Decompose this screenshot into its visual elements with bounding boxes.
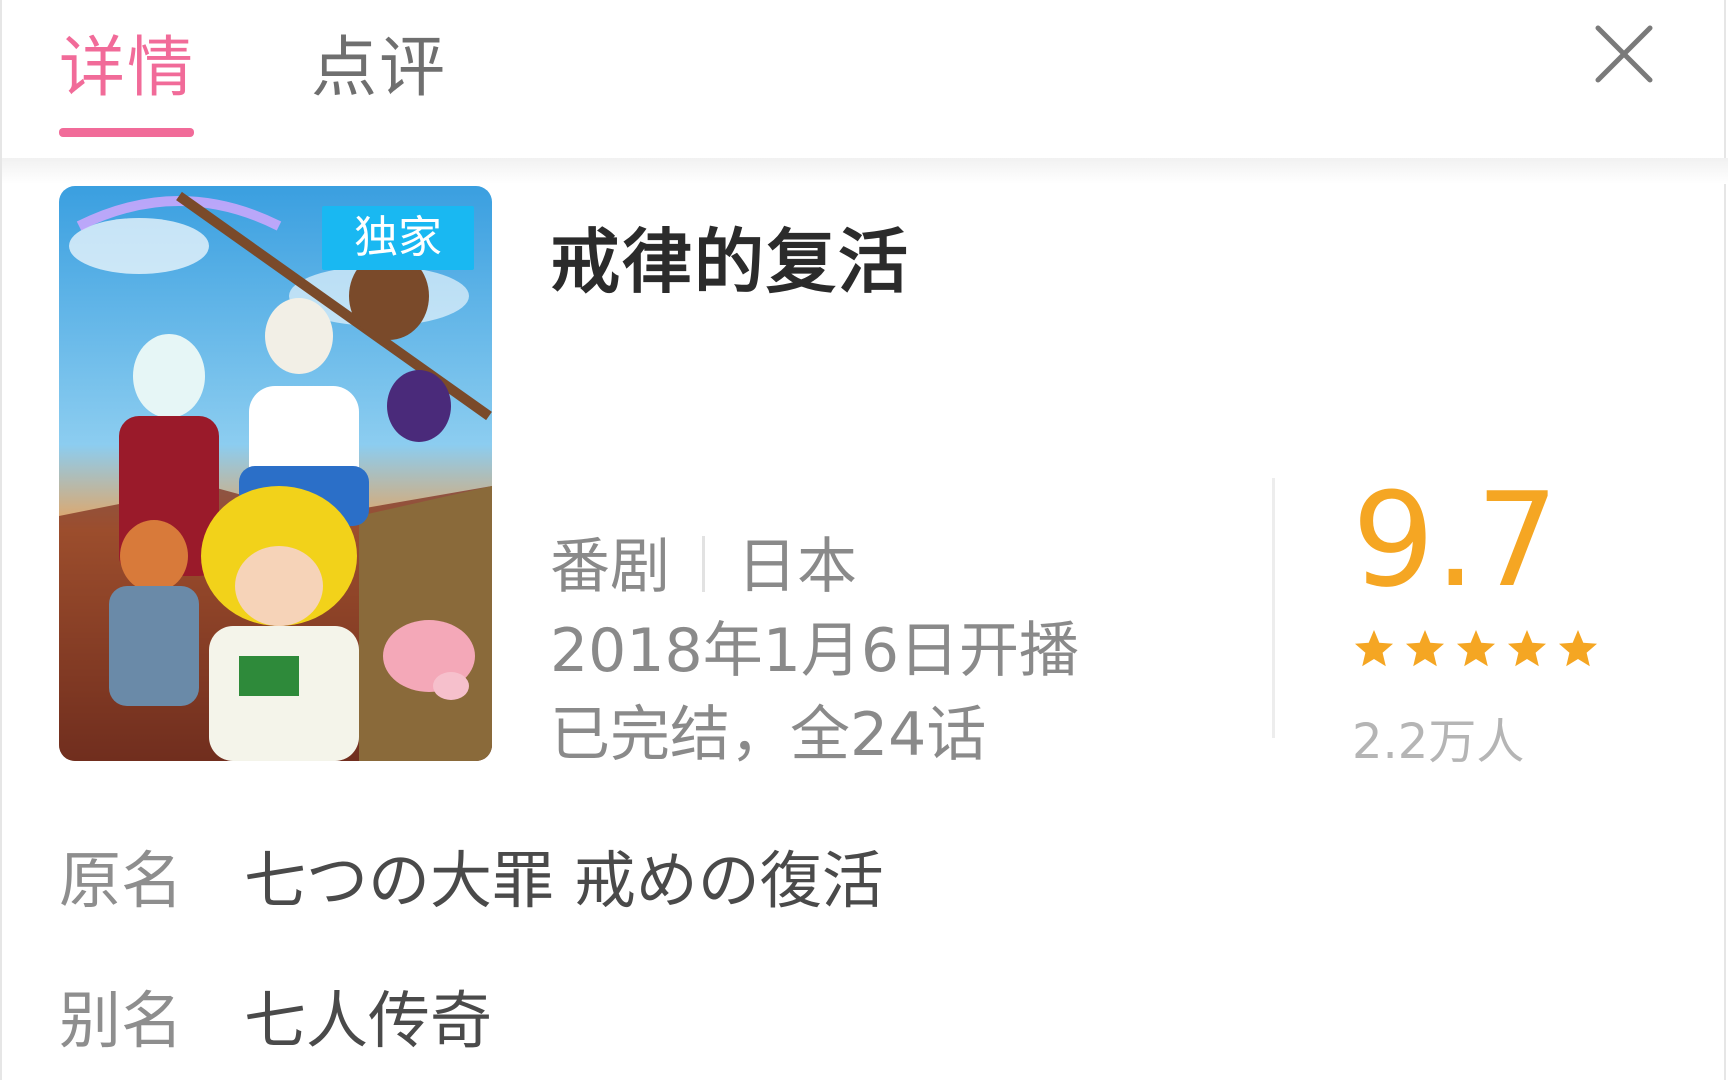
star-icon [1457,630,1495,667]
star-icon [1406,630,1444,667]
detail-panel: 详情 点评 独家 戒律的复活 番剧 日本 2018年1月6日开播 已完结，全24… [0,0,1728,1080]
active-tab-indicator [59,128,194,137]
tab-bar: 详情 点评 [2,0,1728,160]
original-name-value: 七つの大罪 戒めの復活 [244,844,884,917]
exclusive-badge: 独家 [322,206,474,270]
star-rating [1352,628,1602,672]
cover-image[interactable]: 独家 [59,186,492,761]
close-button[interactable] [1592,22,1656,86]
star-icon [1508,630,1546,667]
score-divider [1272,478,1275,738]
star-icon [1355,630,1393,667]
anime-title: 戒律的复活 [550,221,910,303]
tab-review[interactable]: 点评 [311,28,447,108]
star-icon [1559,630,1597,667]
alias-label: 别名 [59,984,184,1057]
anime-type: 番剧 [550,532,670,602]
episode-status: 已完结，全24话 [550,700,987,770]
rater-count: 2.2万人 [1352,714,1525,770]
meta-separator [702,536,705,593]
anime-region: 日本 [737,532,857,602]
cover-art [59,186,492,761]
premiere-date: 2018年1月6日开播 [550,616,1080,686]
tab-detail[interactable]: 详情 [59,28,195,108]
genre-region-row: 番剧 日本 [550,518,857,605]
star-icons [1355,630,1597,667]
score-value: 9.7 [1352,464,1559,616]
alias-value: 七人传奇 [244,984,493,1057]
close-icon [1595,25,1653,83]
original-name-label: 原名 [59,844,184,917]
header-divider [2,158,1728,184]
